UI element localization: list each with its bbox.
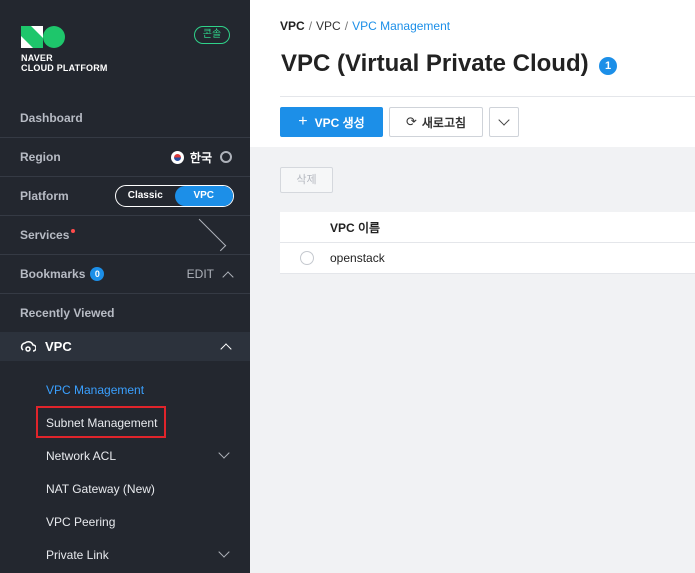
breadcrumb-item[interactable]: VPC — [280, 19, 305, 33]
page-title: VPC (Virtual Private Cloud) — [281, 50, 589, 77]
main-content: VPC / VPC / VPC Management VPC (Virtual Priv… — [250, 0, 695, 573]
sidebar-item-network-acl[interactable]: Network ACL — [46, 446, 116, 466]
platform-option-vpc[interactable]: VPC — [174, 186, 233, 206]
row-radio[interactable] — [300, 251, 314, 265]
create-vpc-button[interactable]: + VPC 생성 — [280, 107, 383, 137]
platform-label: Platform — [20, 189, 69, 203]
platform-option-classic[interactable]: Classic — [116, 186, 175, 206]
bookmarks-edit-button[interactable]: EDIT — [187, 267, 214, 281]
naver-cloud-logo[interactable] — [21, 26, 65, 48]
sidebar-item-recently-viewed[interactable]: Recently Viewed — [0, 294, 250, 333]
brand-line2: CLOUD PLATFORM — [21, 63, 108, 73]
sidebar-section-vpc[interactable]: VPC — [0, 332, 250, 361]
gear-icon[interactable] — [220, 151, 232, 163]
vpc-cloud-icon — [20, 340, 36, 352]
chevron-up-icon[interactable] — [220, 343, 232, 355]
vpc-section-label: VPC — [45, 339, 72, 354]
create-vpc-label: VPC 생성 — [314, 115, 365, 130]
breadcrumb-item[interactable]: VPC — [316, 19, 341, 33]
sidebar: NAVER CLOUD PLATFORM 콘솔 Dashboard Region… — [0, 0, 250, 573]
sidebar-item-private-link[interactable]: Private Link — [46, 545, 109, 565]
highlight-box — [36, 406, 166, 438]
table-header: VPC 이름 — [280, 212, 695, 243]
bookmarks-label: Bookmarks — [20, 267, 86, 281]
dashboard-label: Dashboard — [20, 111, 83, 125]
more-dropdown-button[interactable] — [489, 107, 519, 137]
column-header-vpc-name[interactable]: VPC 이름 — [330, 219, 380, 236]
services-label: Services — [20, 228, 70, 242]
korea-flag-icon — [170, 150, 184, 164]
refresh-label: 새로고침 — [421, 115, 467, 130]
sidebar-item-vpc-management[interactable]: VPC Management — [46, 380, 144, 400]
chevron-down-icon[interactable] — [218, 447, 230, 459]
vpc-name-cell: openstack — [330, 251, 385, 265]
chevron-right-icon — [193, 218, 227, 252]
content-panel — [250, 147, 695, 573]
platform-toggle[interactable]: Classic VPC — [115, 185, 234, 207]
bookmarks-count-badge: 0 — [90, 267, 105, 281]
sidebar-item-services[interactable]: Services — [0, 216, 250, 255]
chevron-down-icon — [498, 114, 510, 126]
console-button[interactable]: 콘솔 — [194, 26, 230, 44]
vpc-table: VPC 이름 openstack — [280, 212, 695, 274]
divider — [280, 96, 695, 97]
refresh-button[interactable]: ⟳ 새로고침 — [389, 107, 483, 137]
delete-button[interactable]: 삭제 — [280, 167, 333, 193]
brand-name: NAVER CLOUD PLATFORM — [21, 53, 108, 73]
table-row[interactable]: openstack — [280, 243, 695, 274]
sidebar-item-platform: Platform Classic VPC — [0, 177, 250, 216]
plus-icon: + — [298, 113, 308, 130]
sidebar-item-nat-gateway[interactable]: NAT Gateway (New) — [46, 479, 155, 499]
refresh-icon: ⟳ — [405, 114, 417, 129]
sidebar-item-region[interactable]: Region 한국 — [0, 138, 250, 177]
title-count-badge: 1 — [599, 57, 617, 75]
brand-line1: NAVER — [21, 53, 53, 63]
sidebar-item-vpc-peering[interactable]: VPC Peering — [46, 512, 115, 532]
region-label: Region — [20, 150, 61, 164]
notification-dot-icon — [71, 229, 76, 233]
sidebar-item-bookmarks[interactable]: Bookmarks 0 EDIT — [0, 255, 250, 294]
region-value: 한국 — [189, 150, 212, 165]
logo-area: NAVER CLOUD PLATFORM 콘솔 — [0, 0, 250, 90]
row-select-cell — [280, 251, 330, 265]
sidebar-item-dashboard[interactable]: Dashboard — [0, 99, 250, 138]
recently-viewed-label: Recently Viewed — [20, 306, 115, 320]
chevron-down-icon[interactable] — [218, 546, 230, 558]
chevron-up-icon[interactable] — [222, 270, 234, 283]
breadcrumb-current[interactable]: VPC Management — [352, 19, 450, 33]
breadcrumb: VPC / VPC / VPC Management — [280, 19, 451, 33]
